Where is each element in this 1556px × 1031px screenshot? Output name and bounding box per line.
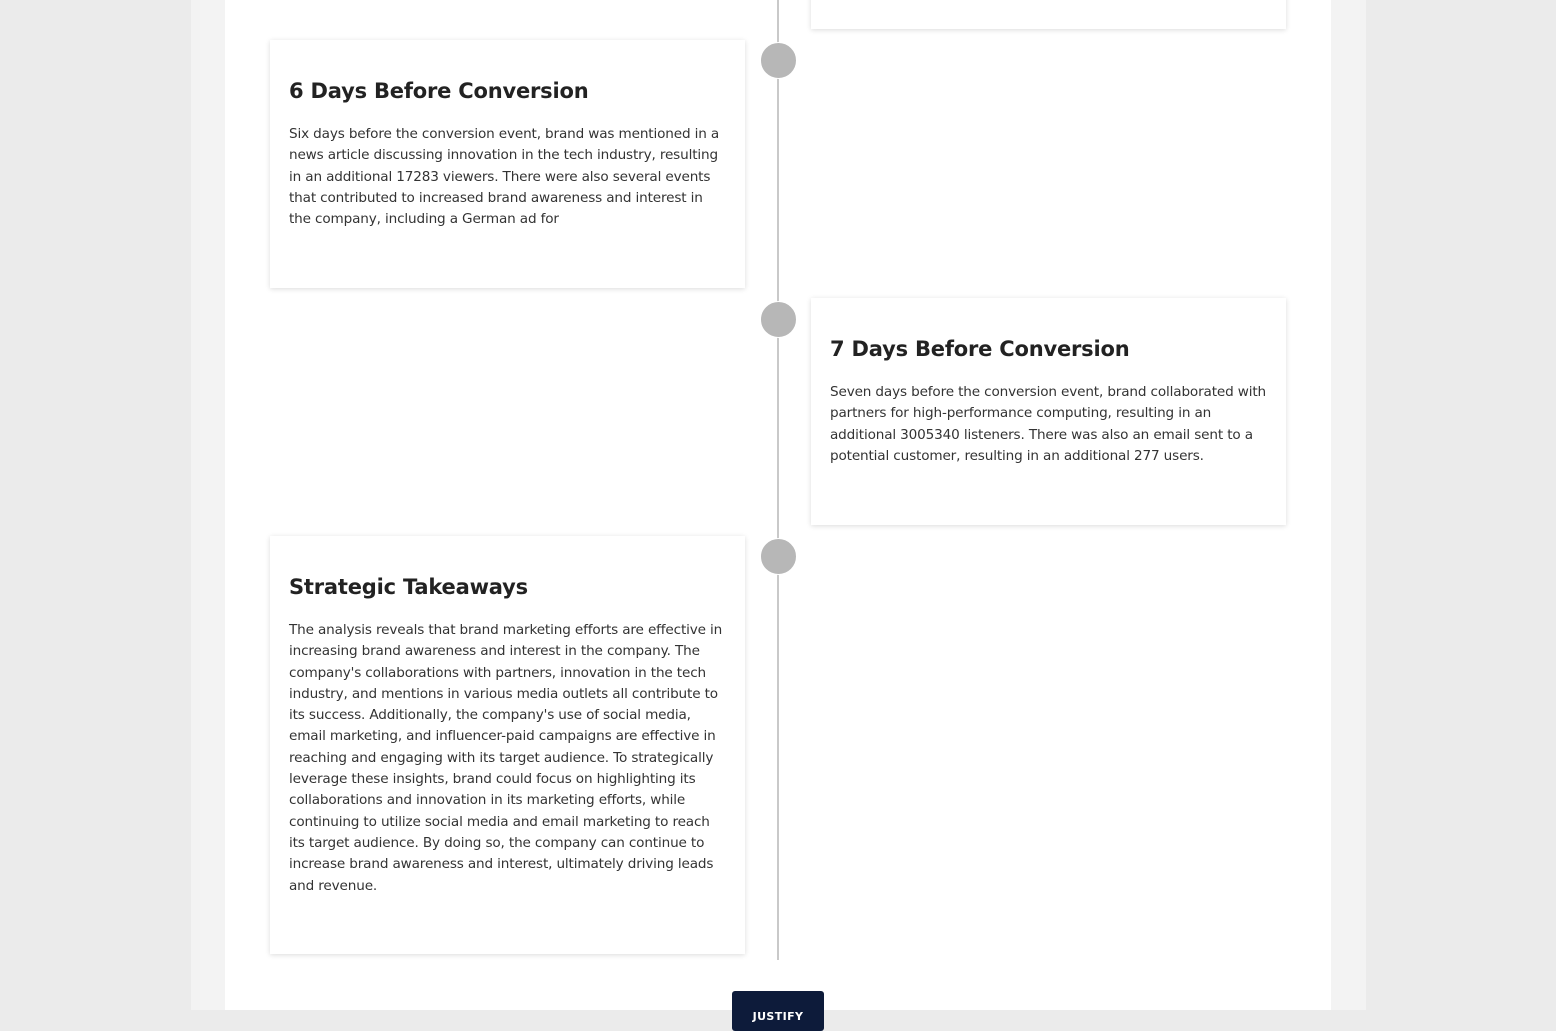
- justify-button[interactable]: JUSTIFY: [732, 991, 824, 1031]
- timeline-dot-6-days: [760, 42, 797, 79]
- timeline-card-6-days: 6 Days Before Conversion Six days before…: [270, 40, 745, 288]
- timeline-line: [777, 0, 779, 960]
- card-body: The analysis reveals that brand marketin…: [289, 622, 723, 894]
- timeline-card-strategic-takeaways: Strategic Takeaways The analysis reveals…: [270, 536, 745, 954]
- timeline-dot-takeaways: [760, 538, 797, 575]
- timeline-card-previous: [811, 0, 1286, 29]
- card-title: 7 Days Before Conversion: [830, 337, 1130, 361]
- timeline-dot-7-days: [760, 301, 797, 338]
- card-body: Seven days before the conversion event, …: [830, 384, 1267, 464]
- card-body: Six days before the conversion event, br…: [289, 126, 720, 228]
- timeline-card-7-days: 7 Days Before Conversion Seven days befo…: [811, 298, 1286, 525]
- card-title: Strategic Takeaways: [289, 575, 528, 599]
- card-title: 6 Days Before Conversion: [289, 79, 589, 103]
